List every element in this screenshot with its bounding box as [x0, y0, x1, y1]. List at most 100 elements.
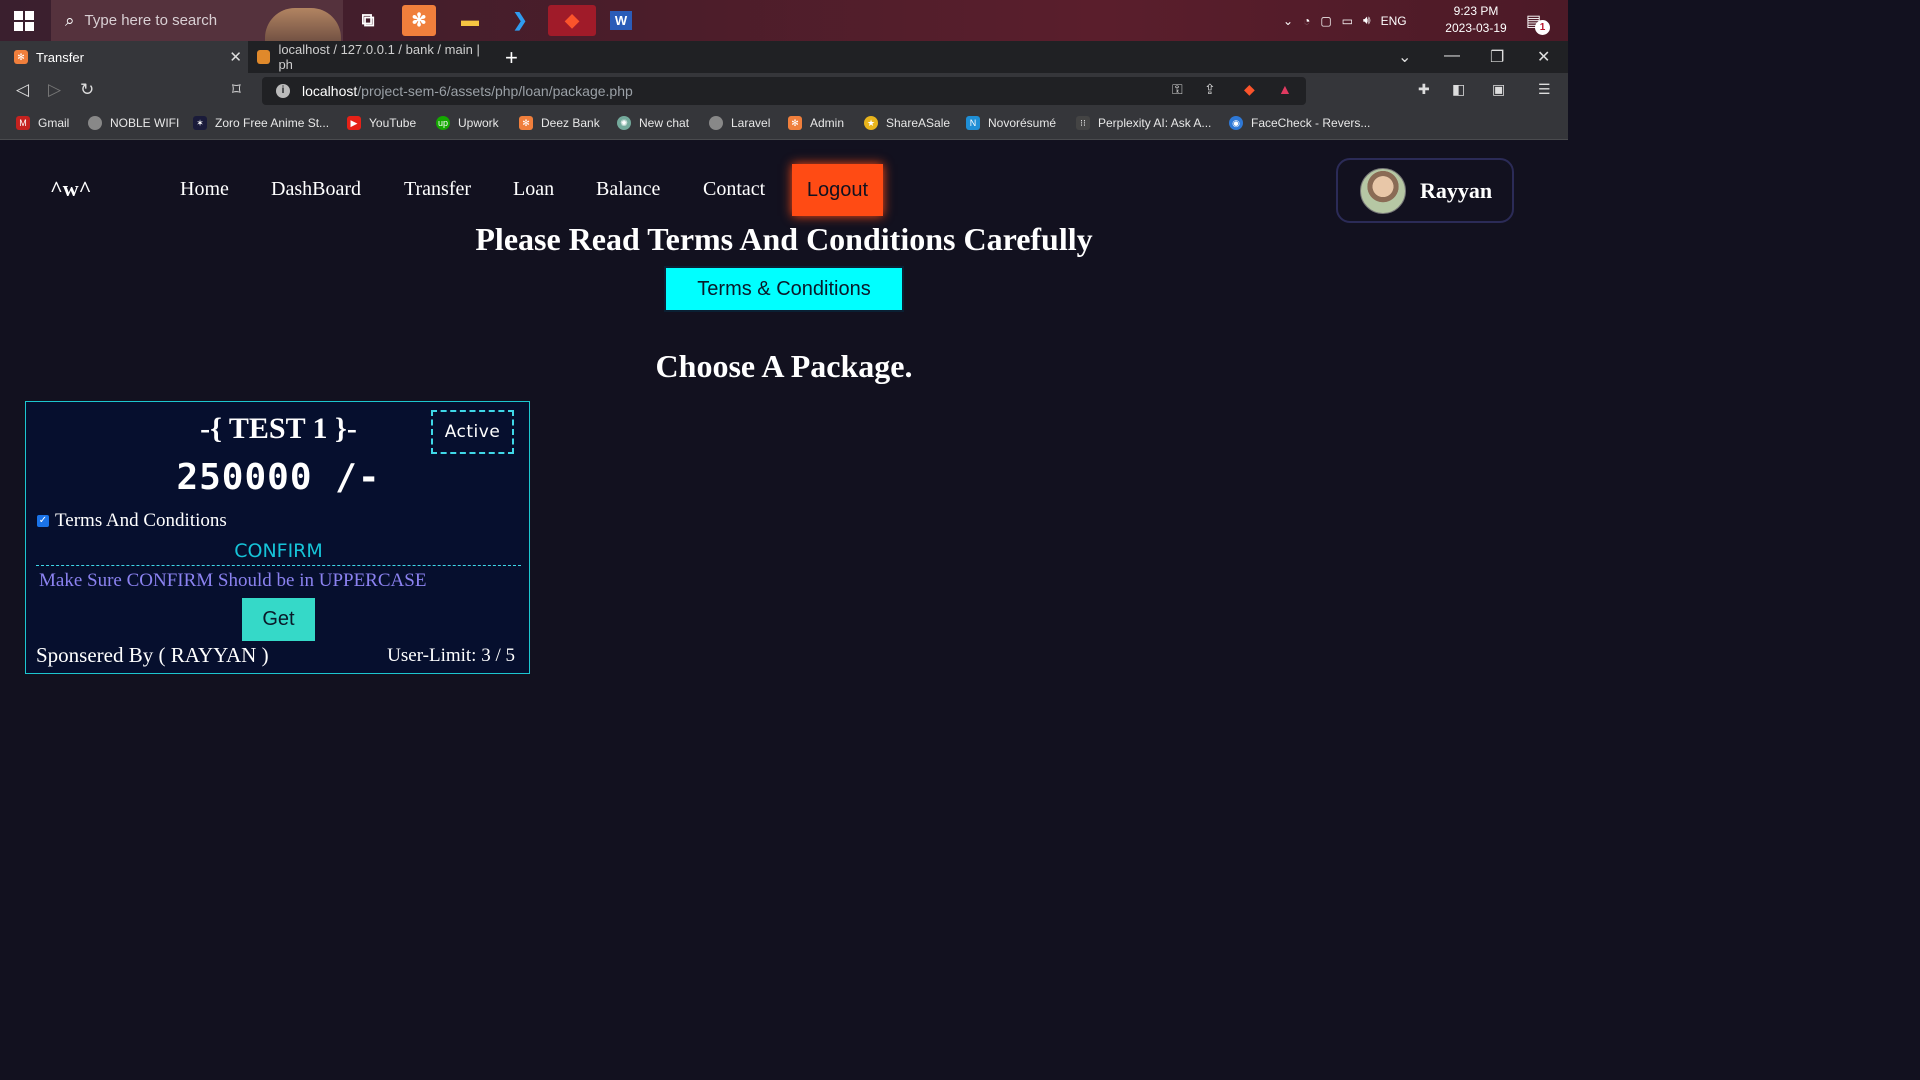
- sponsor-text: Sponsered By ( RAYYAN ): [36, 643, 269, 667]
- forward-icon[interactable]: ▷: [48, 80, 61, 100]
- user-profile[interactable]: Rayyan: [1336, 158, 1514, 223]
- site-info-icon[interactable]: i: [276, 84, 290, 98]
- wallet-icon[interactable]: ▣: [1492, 81, 1505, 98]
- xampp-icon: ✻: [788, 116, 802, 130]
- tab-phpmyadmin[interactable]: localhost / 127.0.0.1 / bank / main | ph: [249, 41, 489, 73]
- bookmark-icon[interactable]: ⌑: [232, 80, 241, 100]
- packages-heading: Choose A Package.: [655, 348, 913, 384]
- youtube-icon: ▶: [347, 116, 361, 130]
- terms-heading: Please Read Terms And Conditions Careful…: [475, 221, 1093, 257]
- xampp-icon: ✻: [519, 116, 533, 130]
- bookmark-youtube[interactable]: ▶ YouTube: [347, 116, 416, 130]
- word-icon[interactable]: W: [603, 5, 639, 36]
- grid-icon: ⁝⁝: [1076, 116, 1090, 130]
- bookmark-new-chat[interactable]: ✺ New chat: [617, 116, 689, 130]
- avatar: [1360, 167, 1406, 214]
- bookmark-upwork[interactable]: up Upwork: [436, 116, 499, 130]
- terms-checkbox[interactable]: ✓: [37, 515, 49, 527]
- menu-icon[interactable]: ☰: [1538, 81, 1551, 98]
- file-explorer-icon[interactable]: ▬: [452, 5, 488, 36]
- extensions-icon[interactable]: ✚: [1418, 81, 1430, 98]
- wifi-icon[interactable]: ◔: [1303, 14, 1310, 28]
- bookmark-laravel[interactable]: Laravel: [709, 116, 770, 130]
- system-tray: ⌄ ◔ ▢ ▭ 🔊︎ ENG: [1283, 0, 1407, 41]
- confirm-note: Make Sure CONFIRM Should be in UPPERCASE: [39, 570, 427, 591]
- user-limit: User-Limit: 3 / 5: [387, 645, 515, 666]
- close-window-icon[interactable]: ✕: [1537, 47, 1550, 67]
- taskbar-clock[interactable]: 9:23 PM 2023-03-19: [1440, 3, 1512, 37]
- windows-start-icon[interactable]: [14, 11, 34, 31]
- xampp-icon[interactable]: ✻: [402, 5, 436, 36]
- zoro-icon: ✶: [193, 116, 207, 130]
- browser-tab-bar: ✻ Transfer ✕ localhost / 127.0.0.1 / ban…: [0, 41, 1568, 73]
- tab-title: localhost / 127.0.0.1 / bank / main | ph: [278, 42, 480, 72]
- clock-time: 9:23 PM: [1453, 4, 1499, 18]
- confirm-input[interactable]: CONFIRM: [36, 536, 521, 566]
- gmail-icon: M: [16, 116, 30, 130]
- vscode-icon[interactable]: ❯: [502, 5, 538, 36]
- bookmark-novoresume[interactable]: N Novorésumé: [966, 116, 1056, 130]
- tab-transfer[interactable]: ✻ Transfer ✕: [0, 41, 248, 73]
- notification-badge: 1: [1535, 20, 1550, 35]
- clock-date: 2023-03-19: [1445, 21, 1507, 35]
- package-card: -{ TEST 1 }- Active 250000 /- ✓ Terms An…: [25, 401, 530, 674]
- url-path: /project-sem-6/assets/php/loan/package.p…: [357, 83, 633, 99]
- volume-icon[interactable]: 🔊︎: [1363, 13, 1371, 28]
- nav-transfer[interactable]: Transfer: [404, 178, 471, 201]
- new-tab-icon[interactable]: +: [505, 45, 518, 71]
- bookmark-noble-wifi[interactable]: NOBLE WIFI: [88, 116, 179, 130]
- address-bar[interactable]: i localhost/project-sem-6/assets/php/loa…: [262, 77, 1306, 105]
- brave-icon[interactable]: ◆: [548, 5, 596, 36]
- reload-icon[interactable]: ↻: [80, 80, 94, 100]
- bookmark-shareasale[interactable]: ★ ShareASale: [864, 116, 950, 130]
- sidebar-icon[interactable]: ◧: [1452, 81, 1465, 98]
- bookmark-admin[interactable]: ✻ Admin: [788, 116, 844, 130]
- nav-contact[interactable]: Contact: [703, 178, 765, 201]
- get-button[interactable]: Get: [242, 598, 315, 641]
- battery-icon[interactable]: ▭: [1342, 14, 1353, 28]
- nav-balance[interactable]: Balance: [596, 178, 660, 201]
- language-indicator[interactable]: ENG: [1381, 14, 1407, 28]
- task-view-icon[interactable]: ⧉: [350, 5, 386, 36]
- taskbar-search[interactable]: ⌕ Type here to search: [51, 0, 343, 41]
- bookmark-gmail[interactable]: M Gmail: [16, 116, 69, 130]
- url-host: localhost: [302, 83, 358, 99]
- key-icon[interactable]: ⚿: [1172, 81, 1183, 98]
- facecheck-icon: ◉: [1229, 116, 1243, 130]
- logout-button[interactable]: Logout: [792, 164, 883, 216]
- brave-rewards-icon[interactable]: ▲: [1278, 81, 1292, 97]
- globe-icon: [709, 116, 723, 130]
- globe-icon: [88, 116, 102, 130]
- user-name: Rayyan: [1420, 177, 1493, 203]
- share-icon[interactable]: ⇪: [1204, 81, 1216, 98]
- close-tab-icon[interactable]: ✕: [229, 48, 242, 66]
- bookmark-perplexity[interactable]: ⁝⁝ Perplexity AI: Ask A...: [1076, 116, 1211, 130]
- bookmark-zoro[interactable]: ✶ Zoro Free Anime St...: [193, 116, 329, 130]
- minimize-icon[interactable]: —: [1444, 47, 1460, 65]
- nav-dashboard[interactable]: DashBoard: [271, 178, 361, 201]
- browser-toolbar: ◁ ▷ ↻ ⌑ i localhost/project-sem-6/assets…: [0, 73, 1568, 109]
- search-highlight-icon: [265, 8, 341, 41]
- nav-home[interactable]: Home: [180, 178, 229, 201]
- shareasale-icon: ★: [864, 116, 878, 130]
- novoresume-icon: N: [966, 116, 980, 130]
- terms-conditions-button[interactable]: Terms & Conditions: [664, 266, 904, 312]
- brave-shield-icon[interactable]: ◆: [1244, 81, 1255, 98]
- tab-search-icon[interactable]: ⌄: [1398, 47, 1411, 67]
- taskbar-search-placeholder: Type here to search: [84, 12, 218, 29]
- bookmark-deez-bank[interactable]: ✻ Deez Bank: [519, 116, 600, 130]
- terms-checkbox-label: Terms And Conditions: [55, 510, 227, 531]
- tab-title: Transfer: [36, 49, 84, 65]
- nav-loan[interactable]: Loan: [513, 178, 554, 201]
- package-amount: 250000 /-: [176, 457, 381, 498]
- windows-taskbar: ⌕ Type here to search ⧉ ✻ ▬ ❯ ◆ W ⌄ ◔ ▢ …: [0, 0, 1568, 41]
- terms-checkbox-row[interactable]: ✓ Terms And Conditions: [37, 510, 227, 532]
- back-icon[interactable]: ◁: [16, 80, 29, 100]
- device-icon[interactable]: ▢: [1320, 14, 1331, 28]
- site-logo[interactable]: ^w^: [50, 176, 91, 202]
- upwork-icon: up: [436, 116, 450, 130]
- restore-icon[interactable]: ❐: [1490, 47, 1504, 67]
- bookmark-facecheck[interactable]: ◉ FaceCheck - Revers...: [1229, 116, 1370, 130]
- xampp-favicon-icon: ✻: [14, 50, 28, 64]
- chevron-up-icon[interactable]: ⌄: [1283, 14, 1293, 28]
